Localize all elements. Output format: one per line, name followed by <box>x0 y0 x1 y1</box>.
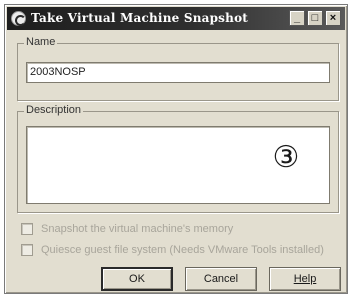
name-group: Name 2003NOSP <box>17 36 339 101</box>
maximize-button[interactable]: □ <box>307 10 323 26</box>
name-legend: Name <box>24 36 58 48</box>
option-quiesce-file-system: Quiesce guest file system (Needs VMware … <box>21 244 324 256</box>
description-legend: Description <box>24 104 84 116</box>
description-textarea[interactable]: ③ <box>26 126 330 204</box>
close-button[interactable]: × <box>325 10 341 26</box>
help-button-label: Help <box>293 273 317 285</box>
cancel-button[interactable]: Cancel <box>185 267 257 291</box>
description-group: Description ③ <box>17 104 339 213</box>
window-controls: _ □ × <box>289 10 341 26</box>
app-icon <box>11 11 26 26</box>
name-input[interactable]: 2003NOSP <box>26 62 330 83</box>
quiesce-checkbox[interactable] <box>21 244 33 256</box>
quiesce-label: Quiesce guest file system (Needs VMware … <box>41 244 324 256</box>
help-button[interactable]: Help <box>269 267 341 291</box>
snapshot-memory-checkbox[interactable] <box>21 223 33 235</box>
snapshot-memory-label: Snapshot the virtual machine's memory <box>41 223 234 235</box>
ok-button[interactable]: OK <box>101 267 173 291</box>
option-snapshot-memory: Snapshot the virtual machine's memory <box>21 223 233 235</box>
minimize-button[interactable]: _ <box>289 10 305 26</box>
snapshot-dialog: Take Virtual Machine Snapshot _ □ × Name… <box>4 4 348 294</box>
window-title: Take Virtual Machine Snapshot <box>31 11 249 25</box>
title-bar[interactable]: Take Virtual Machine Snapshot _ □ × <box>7 7 345 30</box>
callout-number-marker: ③ <box>272 140 300 175</box>
